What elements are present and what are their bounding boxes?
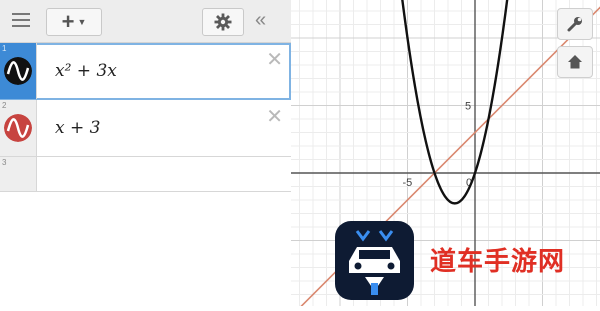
x-tick-label: -5 [403, 177, 413, 189]
expression-toolbar: + ▼ « [0, 0, 291, 43]
expression-row-1[interactable]: 1 x² + 3x ✕ [0, 43, 291, 100]
default-viewport-button[interactable] [557, 46, 593, 78]
plus-icon: + [61, 9, 75, 34]
expression-text[interactable]: x + 3 [55, 118, 100, 138]
y-tick-label: 5 [465, 101, 471, 113]
delete-expression-icon[interactable]: ✕ [266, 47, 283, 71]
row-index: 3 [2, 158, 7, 167]
graph-settings-button[interactable] [557, 8, 593, 40]
watermark-text: 道车手游网 [430, 247, 566, 277]
expression-panel: + ▼ « 1 x² + 3x ✕ 2 x + 3 ✕ 3 [0, 0, 292, 306]
expression-row-2[interactable]: 2 x + 3 ✕ [0, 100, 291, 157]
row-index: 2 [2, 101, 7, 110]
chevron-down-icon: ▼ [77, 17, 87, 27]
add-item-button[interactable]: + ▼ [46, 8, 102, 36]
curve-style-icon[interactable] [4, 57, 32, 85]
home-icon [568, 55, 582, 69]
app-logo [335, 221, 414, 300]
delete-expression-icon[interactable]: ✕ [266, 104, 283, 128]
gear-icon [214, 13, 232, 31]
expression-row-3[interactable]: 3 [0, 157, 291, 192]
row-gutter: 1 [0, 43, 37, 99]
row-index: 1 [2, 44, 7, 53]
wrench-icon [567, 17, 582, 32]
settings-button[interactable] [202, 8, 244, 36]
car-lift-icon [349, 230, 400, 295]
row-gutter: 3 [0, 157, 37, 191]
curve-style-icon[interactable] [4, 114, 32, 142]
menu-icon[interactable] [12, 13, 30, 29]
collapse-panel-icon[interactable]: « [255, 9, 266, 32]
expression-text[interactable]: x² + 3x [55, 61, 117, 81]
row-gutter: 2 [0, 100, 37, 156]
